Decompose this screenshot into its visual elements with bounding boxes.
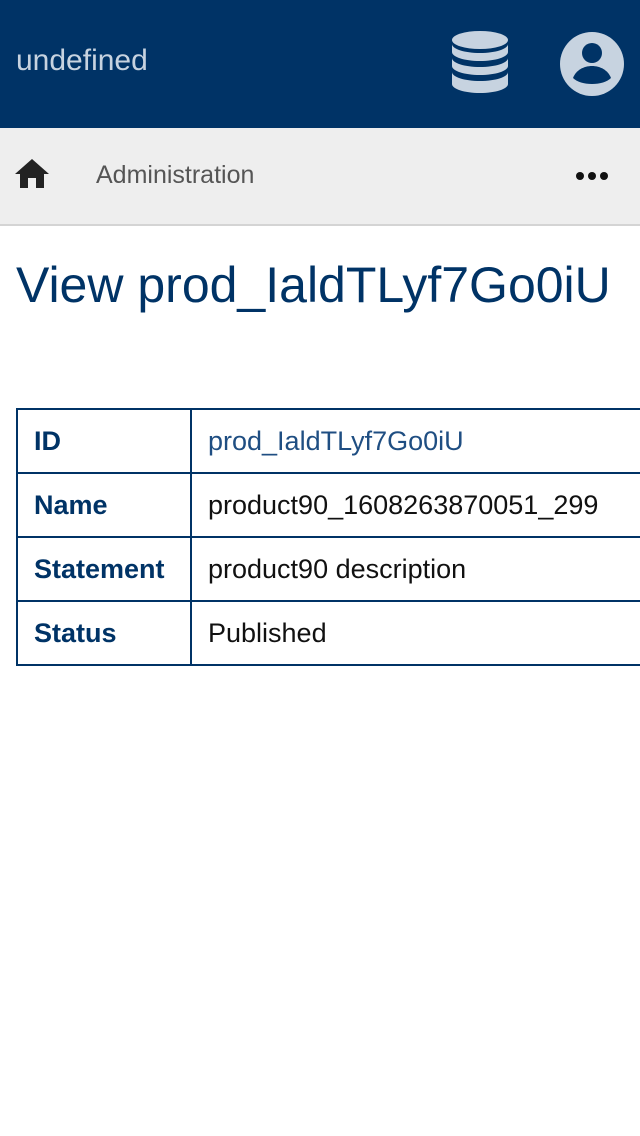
field-label-name: Name [16,472,192,538]
field-label-status: Status [16,600,192,666]
account-button[interactable] [556,28,628,100]
more-options-button[interactable] [568,154,616,198]
field-label-statement: Statement [16,536,192,602]
app-title: undefined [16,44,148,77]
field-value-status: Published [190,600,640,666]
home-button[interactable] [12,154,52,194]
field-label-id: ID [16,408,192,474]
account-circle-icon [560,32,624,96]
table-row: Statement product90 description [16,536,640,602]
details-table: ID prod_IaldTLyf7Go0iU Name product90_16… [16,408,640,666]
table-row: Status Published [16,600,640,666]
page-title: View prod_IaldTLyf7Go0iU [16,257,611,313]
more-horizontal-icon [576,172,608,180]
field-value-id: prod_IaldTLyf7Go0iU [190,408,640,474]
home-icon [15,159,49,188]
table-row: Name product90_1608263870051_299 [16,472,640,538]
database-icon [452,31,508,93]
field-value-name: product90_1608263870051_299 [190,472,640,538]
field-value-statement: product90 description [190,536,640,602]
app-header: undefined [0,0,640,128]
database-button[interactable] [446,28,514,100]
breadcrumb: Administration [0,128,640,226]
table-row: ID prod_IaldTLyf7Go0iU [16,408,640,474]
breadcrumb-item-administration[interactable]: Administration [96,158,254,192]
